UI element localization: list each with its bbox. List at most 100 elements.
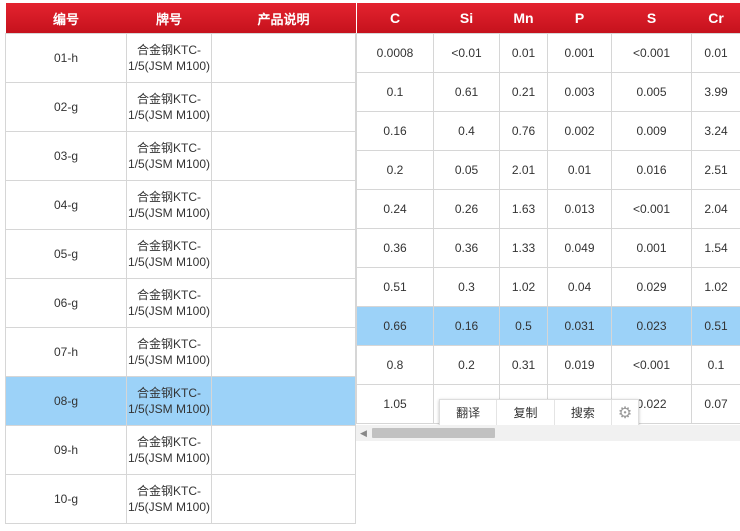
product-brand-cell: 合金钢KTC-1/5(JSM M100): [126, 33, 212, 83]
cell-cr: 0.1: [691, 345, 740, 385]
header-description[interactable]: 产品说明: [212, 3, 356, 34]
cell-si: 0.2: [433, 345, 500, 385]
cell-s: <0.001: [611, 345, 692, 385]
cell-cr: 0.07: [691, 384, 740, 424]
cell-c: 0.1: [356, 72, 434, 112]
header-cr[interactable]: Cr: [692, 3, 740, 34]
cell-si: 0.4: [433, 111, 500, 151]
composition-row[interactable]: 0.16 0.4 0.76 0.002 0.009 3.24: [356, 111, 740, 151]
cell-si: 0.36: [433, 228, 500, 268]
product-table-header: 编号 牌号 产品说明: [6, 3, 356, 34]
cell-c: 1.05: [356, 384, 434, 424]
product-brand-cell: 合金钢KTC-1/5(JSM M100): [126, 82, 212, 132]
product-description-cell: [211, 229, 356, 279]
header-c[interactable]: C: [357, 3, 434, 34]
cell-c: 0.24: [356, 189, 434, 229]
product-description-cell: [211, 33, 356, 83]
product-id-cell: 01-h: [5, 33, 127, 83]
product-row[interactable]: 03-g 合金钢KTC-1/5(JSM M100): [5, 131, 356, 181]
cell-cr: 1.54: [691, 228, 740, 268]
product-id-cell: 08-g: [5, 376, 127, 426]
product-row[interactable]: 07-h 合金钢KTC-1/5(JSM M100): [5, 327, 356, 377]
cell-cr: 3.24: [691, 111, 740, 151]
cell-mn: 0.01: [499, 33, 548, 73]
cell-mn: 0.31: [499, 345, 548, 385]
cell-cr: 0.01: [691, 33, 740, 73]
header-si[interactable]: Si: [434, 3, 500, 34]
product-id-cell: 04-g: [5, 180, 127, 230]
cell-s: <0.001: [611, 33, 692, 73]
scroll-left-arrow-icon[interactable]: ◀: [360, 428, 367, 439]
cell-c: 0.51: [356, 267, 434, 307]
cell-cr: 2.51: [691, 150, 740, 190]
product-brand-cell: 合金钢KTC-1/5(JSM M100): [126, 131, 212, 181]
product-description-cell: [211, 131, 356, 181]
translate-button[interactable]: 翻译: [440, 400, 498, 425]
composition-row[interactable]: 0.66 0.16 0.5 0.031 0.023 0.51: [356, 306, 740, 346]
cell-si: 0.3: [433, 267, 500, 307]
product-table: 编号 牌号 产品说明 01-h 合金钢KTC-1/5(JSM M100) 02-g 合…: [5, 3, 356, 524]
cell-mn: 1.02: [499, 267, 548, 307]
cell-mn: 0.21: [499, 72, 548, 112]
composition-row[interactable]: 0.8 0.2 0.31 0.019 <0.001 0.1: [356, 345, 740, 385]
product-row[interactable]: 09-h 合金钢KTC-1/5(JSM M100): [5, 425, 356, 475]
cell-mn: 1.63: [499, 189, 548, 229]
product-row[interactable]: 04-g 合金钢KTC-1/5(JSM M100): [5, 180, 356, 230]
product-row[interactable]: 06-g 合金钢KTC-1/5(JSM M100): [5, 278, 356, 328]
composition-row[interactable]: 0.24 0.26 1.63 0.013 <0.001 2.04: [356, 189, 740, 229]
scrollbar-thumb[interactable]: [372, 428, 495, 438]
selection-toolbar: 翻译 复制 搜索 ⚙: [439, 399, 639, 426]
product-row[interactable]: 10-g 合金钢KTC-1/5(JSM M100): [5, 474, 356, 524]
horizontal-scrollbar[interactable]: ◀: [356, 425, 740, 441]
composition-row[interactable]: 0.36 0.36 1.33 0.049 0.001 1.54: [356, 228, 740, 268]
copy-button[interactable]: 复制: [497, 400, 555, 425]
cell-si: <0.01: [433, 33, 500, 73]
cell-si: 0.05: [433, 150, 500, 190]
product-description-cell: [211, 376, 356, 426]
composition-row[interactable]: 0.2 0.05 2.01 0.01 0.016 2.51: [356, 150, 740, 190]
composition-row[interactable]: 0.1 0.61 0.21 0.003 0.005 3.99: [356, 72, 740, 112]
cell-si: 0.26: [433, 189, 500, 229]
product-row[interactable]: 02-g 合金钢KTC-1/5(JSM M100): [5, 82, 356, 132]
cell-p: 0.003: [547, 72, 612, 112]
product-id-cell: 03-g: [5, 131, 127, 181]
cell-c: 0.8: [356, 345, 434, 385]
product-brand-cell: 合金钢KTC-1/5(JSM M100): [126, 229, 212, 279]
search-button[interactable]: 搜索: [555, 400, 612, 425]
product-description-cell: [211, 82, 356, 132]
product-id-cell: 10-g: [5, 474, 127, 524]
cell-s: 0.029: [611, 267, 692, 307]
product-description-cell: [211, 327, 356, 377]
left-table-panel: 编号 牌号 产品说明 01-h 合金钢KTC-1/5(JSM M100) 02-g 合…: [5, 3, 356, 524]
cell-cr: 1.02: [691, 267, 740, 307]
cell-c: 0.36: [356, 228, 434, 268]
product-brand-cell: 合金钢KTC-1/5(JSM M100): [126, 180, 212, 230]
cell-si: 0.16: [433, 306, 500, 346]
gear-icon[interactable]: ⚙: [612, 400, 638, 425]
product-brand-cell: 合金钢KTC-1/5(JSM M100): [126, 376, 212, 426]
product-id-cell: 06-g: [5, 278, 127, 328]
cell-s: 0.023: [611, 306, 692, 346]
product-brand-cell: 合金钢KTC-1/5(JSM M100): [126, 425, 212, 475]
header-id[interactable]: 编号: [6, 3, 127, 34]
header-s[interactable]: S: [612, 3, 692, 34]
header-brand[interactable]: 牌号: [127, 3, 212, 34]
cell-p: 0.01: [547, 150, 612, 190]
product-id-cell: 09-h: [5, 425, 127, 475]
cell-p: 0.001: [547, 33, 612, 73]
header-p[interactable]: P: [548, 3, 612, 34]
composition-row[interactable]: 0.51 0.3 1.02 0.04 0.029 1.02: [356, 267, 740, 307]
product-row[interactable]: 01-h 合金钢KTC-1/5(JSM M100): [5, 33, 356, 83]
cell-p: 0.049: [547, 228, 612, 268]
product-id-cell: 02-g: [5, 82, 127, 132]
cell-mn: 0.5: [499, 306, 548, 346]
product-description-cell: [211, 474, 356, 524]
product-description-cell: [211, 180, 356, 230]
cell-p: 0.04: [547, 267, 612, 307]
composition-row[interactable]: 0.0008 <0.01 0.01 0.001 <0.001 0.01: [356, 33, 740, 73]
product-row[interactable]: 08-g 合金钢KTC-1/5(JSM M100): [5, 376, 356, 426]
header-mn[interactable]: Mn: [500, 3, 548, 34]
product-id-cell: 05-g: [5, 229, 127, 279]
product-row[interactable]: 05-g 合金钢KTC-1/5(JSM M100): [5, 229, 356, 279]
composition-table-header: C Si Mn P S Cr: [357, 3, 740, 34]
